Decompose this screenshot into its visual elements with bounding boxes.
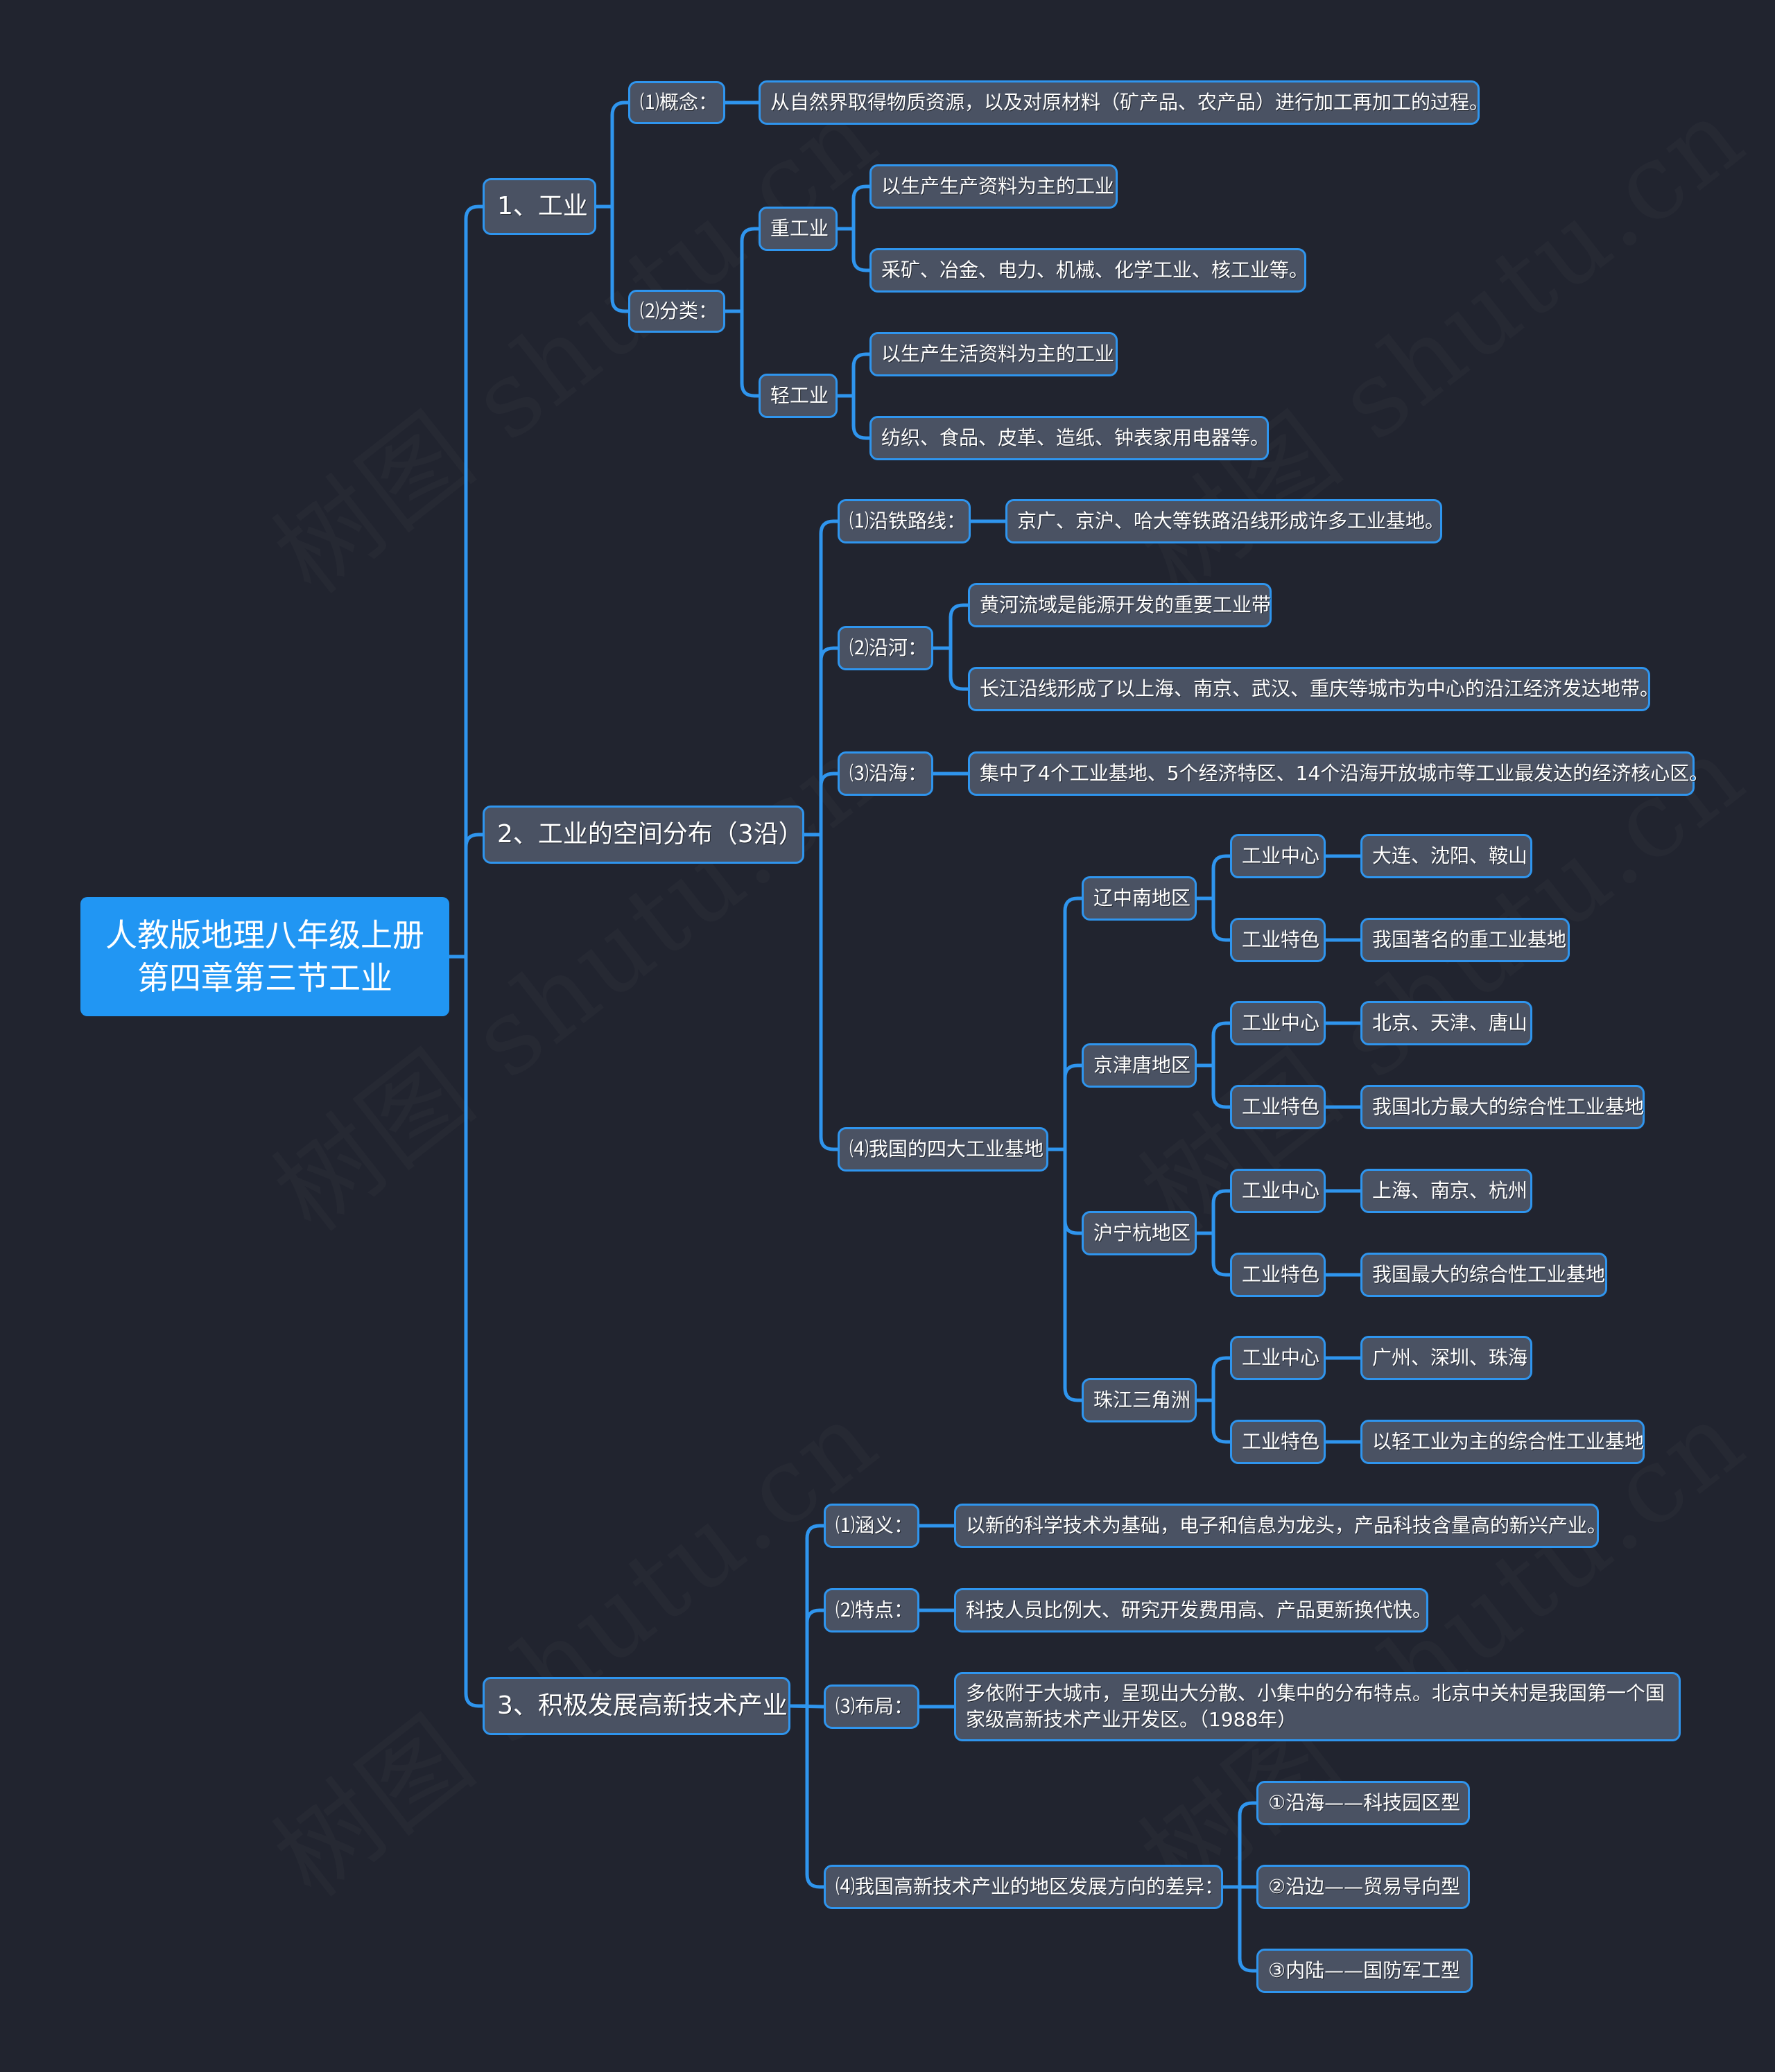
connector-line bbox=[1197, 1189, 1230, 1235]
connector-line bbox=[790, 1608, 824, 1708]
topic-characteristics[interactable]: ⑵特点： bbox=[824, 1588, 919, 1633]
leaf-heavy-examples[interactable]: 采矿、冶金、电力、机械、化学工业、核工业等。 bbox=[869, 248, 1308, 293]
region-huningHang[interactable]: 沪宁杭地区 bbox=[1082, 1211, 1197, 1255]
connector-line bbox=[725, 309, 759, 398]
region-feature-text[interactable]: 以轻工业为主的综合性工业基地 bbox=[1360, 1420, 1645, 1464]
connector-line bbox=[1197, 1398, 1230, 1444]
leaf-coastal-core[interactable]: 集中了4个工业基地、5个经济特区、14个沿海开放城市等工业最发达的经济核心区。 bbox=[968, 751, 1708, 796]
connector-line bbox=[933, 603, 968, 650]
branch-spatial-distribution[interactable]: 2、工业的空间分布（3沿） bbox=[483, 806, 804, 864]
leaf-characteristics-text[interactable]: 科技人员比例大、研究开发费用高、产品更新换代快。 bbox=[954, 1588, 1432, 1633]
connector-line bbox=[838, 352, 869, 398]
connector-line bbox=[838, 184, 869, 231]
connector-line bbox=[1197, 1021, 1230, 1068]
topic-four-industrial-bases[interactable]: ⑷我国的四大工业基地 bbox=[838, 1127, 1048, 1172]
region-feature-text[interactable]: 我国北方最大的综合性工业基地 bbox=[1360, 1085, 1645, 1129]
region-center-label[interactable]: 工业中心 bbox=[1230, 1001, 1326, 1045]
branch-high-tech[interactable]: 3、积极发展高新技术产业 bbox=[483, 1677, 790, 1735]
region-center-label[interactable]: 工业中心 bbox=[1230, 834, 1326, 878]
topic-along-river[interactable]: ⑵沿河： bbox=[838, 626, 933, 670]
connector-line bbox=[1223, 1885, 1256, 1973]
topic-along-coast[interactable]: ⑶沿海： bbox=[838, 751, 933, 796]
connector-line bbox=[449, 204, 483, 959]
region-feature-label[interactable]: 工业特色 bbox=[1230, 1253, 1326, 1297]
connector-line bbox=[790, 1524, 824, 1708]
connector-line bbox=[1048, 896, 1082, 1151]
topic-heavy-industry[interactable]: 重工业 bbox=[759, 207, 838, 251]
connector-line bbox=[804, 646, 838, 837]
leaf-yellow-river[interactable]: 黄河流域是能源开发的重要工业带 bbox=[968, 583, 1272, 627]
leaf-concept-definition[interactable]: 从自然界取得物质资源，以及对原材料（矿产品、农产品）进行加工再加工的过程。 bbox=[759, 80, 1489, 125]
connector-line bbox=[790, 1704, 824, 1889]
leaf-yangtze-river[interactable]: 长江沿线形成了以上海、南京、武汉、重庆等城市为中心的沿江经济发达地带。 bbox=[968, 667, 1659, 711]
branch-industry[interactable]: 1、工业 bbox=[483, 178, 596, 235]
topic-classification[interactable]: ⑵分类： bbox=[628, 290, 725, 333]
region-feature-label[interactable]: 工业特色 bbox=[1230, 1420, 1326, 1464]
leaf-coastal-type[interactable]: ①沿海——科技园区型 bbox=[1256, 1781, 1470, 1825]
connector-line bbox=[804, 519, 838, 837]
leaf-light-definition[interactable]: 以生产生活资料为主的工业 bbox=[869, 332, 1118, 376]
connector-line bbox=[596, 101, 628, 209]
connector-line bbox=[596, 204, 628, 313]
leaf-inland-type[interactable]: ③内陆——国防军工型 bbox=[1256, 1949, 1473, 1993]
region-feature-text[interactable]: 我国最大的综合性工业基地 bbox=[1360, 1253, 1607, 1297]
region-feature-label[interactable]: 工业特色 bbox=[1230, 918, 1326, 962]
connector-line bbox=[725, 227, 759, 313]
connector-line bbox=[1197, 854, 1230, 900]
connector-line bbox=[1197, 1063, 1230, 1109]
leaf-railway-bases[interactable]: 京广、京沪、哈大等铁路沿线形成许多工业基地。 bbox=[1005, 499, 1444, 543]
leaf-border-type[interactable]: ②沿边——贸易导向型 bbox=[1256, 1865, 1470, 1909]
leaf-light-examples[interactable]: 纺织、食品、皮革、造纸、钟表家用电器等。 bbox=[869, 416, 1270, 460]
connector-line bbox=[804, 772, 838, 837]
region-center-cities[interactable]: 大连、沈阳、鞍山 bbox=[1360, 834, 1532, 878]
region-center-cities[interactable]: 上海、南京、杭州 bbox=[1360, 1169, 1532, 1213]
region-center-label[interactable]: 工业中心 bbox=[1230, 1169, 1326, 1213]
region-pearl-river-delta[interactable]: 珠江三角洲 bbox=[1082, 1378, 1197, 1422]
connector-line bbox=[1048, 1147, 1082, 1402]
connector-line bbox=[449, 833, 483, 959]
topic-layout[interactable]: ⑶布局： bbox=[824, 1684, 919, 1729]
connector-line bbox=[449, 955, 483, 1708]
connector-line bbox=[1197, 1231, 1230, 1277]
leaf-meaning-text[interactable]: 以新的科学技术为基础，电子和信息为龙头，产品科技含量高的新兴产业。 bbox=[954, 1504, 1607, 1548]
leaf-heavy-definition[interactable]: 以生产生产资料为主的工业 bbox=[869, 164, 1118, 209]
mindmap-canvas: 树图 shutu.cn 树图 shutu.cn 树图 shutu.cn 树图 s… bbox=[0, 0, 1775, 2072]
region-center-label[interactable]: 工业中心 bbox=[1230, 1336, 1326, 1380]
connector-line bbox=[790, 1704, 824, 1709]
connector-line bbox=[1048, 1063, 1082, 1151]
region-center-cities[interactable]: 北京、天津、唐山 bbox=[1360, 1001, 1532, 1045]
connector-line bbox=[1048, 1147, 1082, 1235]
connector-line bbox=[804, 833, 838, 1151]
connector-line bbox=[838, 227, 869, 272]
connector-line bbox=[933, 646, 968, 691]
region-jingjintang[interactable]: 京津唐地区 bbox=[1082, 1043, 1197, 1088]
connector-line bbox=[1197, 896, 1230, 942]
leaf-layout-text[interactable]: 多依附于大城市，呈现出大分散、小集中的分布特点。北京中关村是我国第一个国家级高新… bbox=[954, 1672, 1681, 1741]
topic-light-industry[interactable]: 轻工业 bbox=[759, 374, 838, 418]
topic-meaning[interactable]: ⑴涵义： bbox=[824, 1504, 919, 1548]
region-center-cities[interactable]: 广州、深圳、珠海 bbox=[1360, 1336, 1532, 1380]
topic-concept[interactable]: ⑴概念： bbox=[628, 81, 725, 124]
region-liaozhongnan[interactable]: 辽中南地区 bbox=[1082, 876, 1197, 921]
region-feature-label[interactable]: 工业特色 bbox=[1230, 1085, 1326, 1129]
watermark: 树图 shutu.cn bbox=[239, 56, 903, 622]
watermark: 树图 shutu.cn bbox=[239, 1359, 903, 1925]
topic-regional-differences[interactable]: ⑷我国高新技术产业的地区发展方向的差异： bbox=[824, 1865, 1224, 1909]
region-feature-text[interactable]: 我国著名的重工业基地 bbox=[1360, 918, 1570, 962]
connector-line bbox=[1223, 1801, 1256, 1889]
root-topic[interactable]: 人教版地理八年级上册第四章第三节工业 bbox=[80, 897, 449, 1016]
connector-line bbox=[1197, 1356, 1230, 1402]
connector-line bbox=[838, 394, 869, 440]
topic-along-railway[interactable]: ⑴沿铁路线： bbox=[838, 499, 971, 543]
